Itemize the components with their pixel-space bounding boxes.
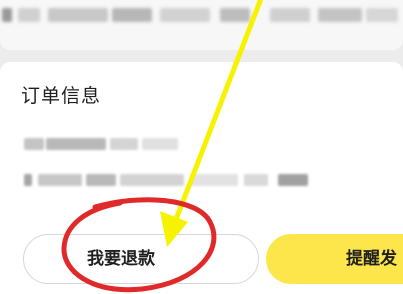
blurred-order-detail xyxy=(24,174,324,186)
top-card xyxy=(0,0,403,50)
refund-button[interactable]: 我要退款 xyxy=(23,234,259,284)
remind-seller-button[interactable]: 提醒发 xyxy=(266,234,403,284)
order-detail-page: 订单信息 我要退款 提醒发 xyxy=(0,0,403,294)
blurred-top-text xyxy=(0,8,403,22)
blurred-order-detail xyxy=(24,138,184,150)
order-info-title: 订单信息 xyxy=(21,85,102,107)
